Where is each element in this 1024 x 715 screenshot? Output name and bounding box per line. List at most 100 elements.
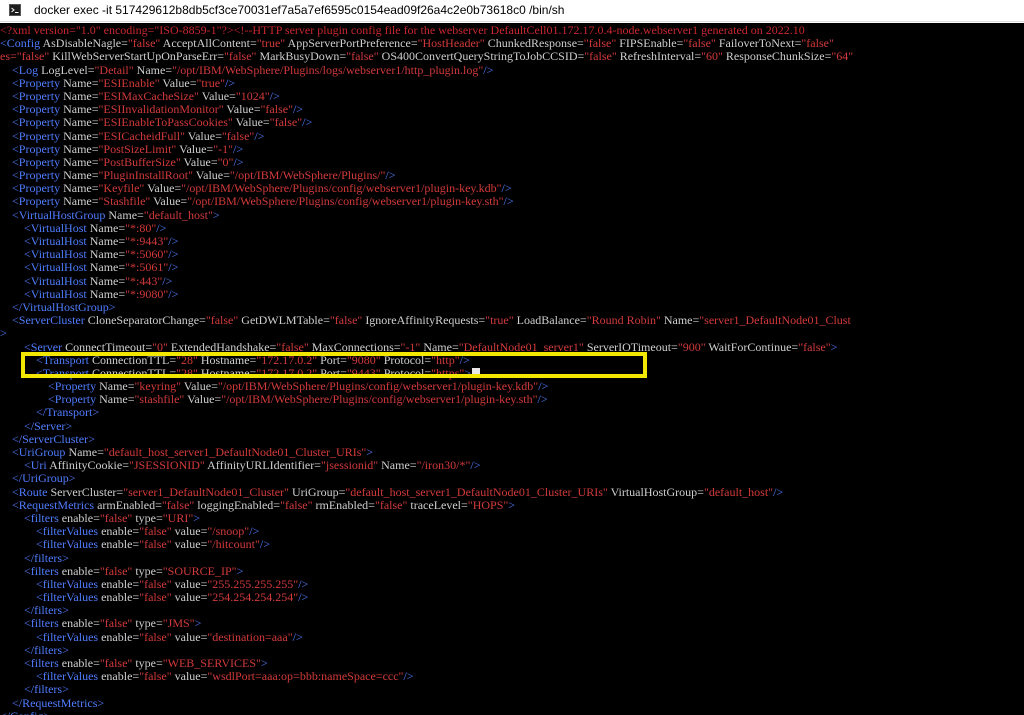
xml-token: "false" [99, 656, 133, 670]
terminal-icon [9, 4, 21, 16]
xml-token: Value= [193, 168, 230, 183]
xml-token: "false" [139, 590, 172, 605]
xml-token: value= [171, 669, 208, 684]
xml-token: "*:5060" [125, 247, 169, 262]
xml-token: "true" [256, 36, 286, 51]
terminal-line: <Property Name="stashfile" Value="/opt/I… [0, 393, 853, 406]
highlight-box-https-transport [21, 352, 647, 378]
xml-token: "/opt/IBM/WebSphere/Plugins/config/webse… [217, 379, 539, 394]
xml-token: Name= [89, 286, 126, 301]
xml-token: </filters> [0, 550, 69, 565]
xml-token: "/iron30/*" [416, 458, 471, 473]
xml-token: "255.255.255.255" [207, 576, 299, 591]
xml-token: Value= [198, 88, 236, 103]
xml-token: "false" [280, 497, 313, 512]
xml-token: <filterValues [0, 669, 102, 684]
xml-token: </UriGroup> [0, 471, 76, 486]
xml-token: </RequestMetrics> [0, 695, 105, 710]
xml-token: ResponseChunkSize= [722, 49, 832, 64]
xml-token: "false" [374, 497, 408, 512]
xml-token: <VirtualHost [0, 286, 90, 301]
xml-token: "ESIEnable" [98, 75, 160, 90]
xml-token: Name= [660, 313, 700, 328]
terminal-line: <filterValues enable="false" value="254.… [0, 590, 853, 605]
xml-token: "false" [205, 313, 239, 328]
xml-token: <filterValues [0, 629, 102, 644]
xml-token: </filters> [0, 603, 69, 618]
xml-token: Name= [108, 207, 144, 222]
xml-token: "false" [99, 563, 133, 578]
xml-token: AffinityURLIdentifier= [204, 458, 321, 473]
xml-token: /> [168, 234, 179, 248]
xml-token: </Transport> [0, 405, 100, 420]
xml-token: <Property [0, 168, 64, 183]
xml-token: > [193, 510, 200, 525]
xml-token: es="false" [0, 49, 50, 64]
xml-token: "default_host" [703, 484, 774, 499]
xml-token: "Keyfile" [98, 181, 145, 196]
xml-token: "false" [139, 524, 172, 539]
xml-token: AppServerPortPreference= [285, 36, 418, 51]
xml-token: "PostBufferSize" [98, 154, 181, 169]
xml-token: <VirtualHost [0, 273, 90, 288]
xml-token: > [830, 339, 838, 354]
xml-token: "false" [127, 36, 161, 51]
xml-token: "/opt/IBM/WebSphere/Plugins/config/webse… [221, 392, 538, 407]
terminal-line: </Config> [0, 709, 853, 715]
xml-token: /> [292, 629, 303, 644]
xml-token: "PostSizeLimit" [98, 141, 177, 156]
xml-token: LogLevel= [41, 62, 95, 77]
xml-token: value= [171, 524, 208, 539]
xml-token: Name= [99, 392, 135, 407]
xml-token: Value= [144, 181, 182, 196]
xml-token: /> [168, 286, 179, 301]
xml-token: WaitForContinue= [705, 339, 799, 354]
xml-token: AffinityCookie= [49, 458, 129, 473]
terminal-line: </Transport> [0, 406, 853, 419]
xml-token: <filterValues [0, 590, 102, 605]
xml-token: value= [171, 590, 208, 605]
xml-token: Name= [133, 62, 173, 77]
xml-token: "WEB_SERVICES" [162, 656, 261, 670]
xml-token: "PluginInstallRoot" [98, 168, 193, 183]
xml-token: AsDisableNagle= [42, 36, 128, 51]
xml-token: "destination=aaa" [207, 629, 293, 644]
xml-token: <filters [0, 510, 62, 525]
xml-token: Name= [63, 75, 99, 90]
xml-token: <VirtualHostGroup [0, 207, 109, 222]
xml-token: loggingEnabled= [194, 497, 281, 512]
xml-token: "wsdlPort=aaa:op=bbb:nameSpace=ccc" [207, 669, 404, 684]
xml-token: Name= [63, 194, 99, 209]
xml-token: /> [224, 75, 236, 90]
xml-token: value= [171, 576, 208, 591]
xml-token: </VirtualHostGroup> [0, 299, 116, 314]
xml-token: </filters> [0, 682, 69, 697]
xml-token: "false" [99, 616, 133, 631]
xml-token: Name= [63, 154, 99, 169]
xml-token: /> [249, 524, 260, 539]
xml-token: enable= [101, 669, 140, 684]
xml-token: /> [537, 392, 548, 407]
xml-token: "Round Robin" [586, 313, 661, 328]
xml-token: "254.254.254.254" [207, 590, 299, 605]
xml-token: "default_host_server1_DefaultNode01_Clus… [103, 445, 367, 459]
xml-token: RefreshInterval= [616, 49, 702, 64]
xml-token: value= [171, 537, 208, 552]
xml-token: Name= [378, 458, 417, 473]
xml-token: type= [132, 510, 163, 525]
xml-token: enable= [101, 590, 140, 605]
xml-token: /> [403, 669, 414, 684]
terminal-output[interactable]: <?xml version="1.0" encoding="ISO-8859-1… [0, 23, 1024, 715]
xml-token: "Stashfile" [98, 194, 151, 209]
xml-token: > [366, 445, 374, 459]
xml-token: <Property [0, 154, 64, 169]
xml-token: FailoverToNext= [715, 36, 802, 51]
xml-token: "/opt/IBM/WebSphere/Plugins/config/webse… [187, 194, 504, 209]
xml-token: "*:9443" [125, 234, 169, 248]
xml-token: LoadBalance= [513, 313, 587, 328]
xml-token: /> [168, 260, 179, 275]
xml-token: <RequestMetrics [0, 497, 98, 512]
xml-token: > [260, 656, 268, 670]
xml-token: Name= [63, 102, 99, 117]
xml-token: /> [385, 168, 396, 183]
